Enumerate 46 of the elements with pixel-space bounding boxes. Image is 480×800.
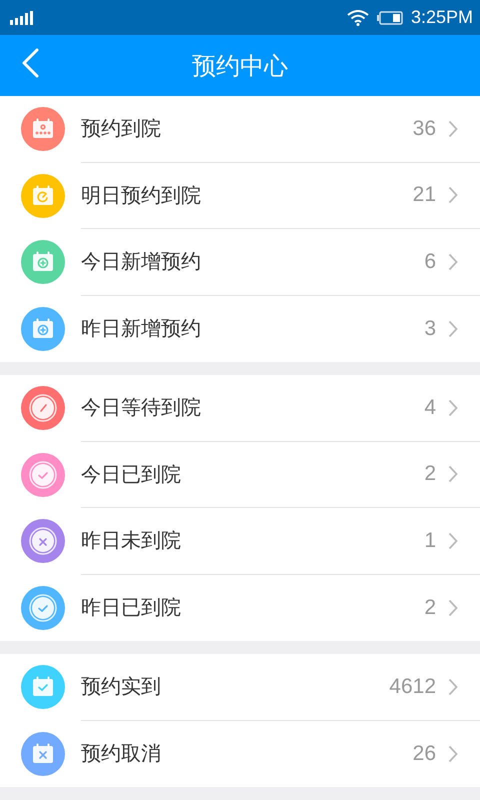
list-item[interactable]: 今日新增预约 6: [0, 229, 480, 296]
item-label: 今日已到院: [81, 460, 182, 488]
chevron-right-icon: [448, 744, 458, 763]
item-label: 预约实到: [81, 673, 162, 700]
list-item[interactable]: 明日预约到院 21: [0, 162, 480, 229]
item-count: 26: [412, 742, 436, 766]
chevron-right-icon: [448, 120, 458, 138]
list-item[interactable]: 今日已到院 2: [0, 442, 480, 508]
item-count: 2: [424, 596, 436, 620]
list-item[interactable]: 预约实到 4612: [0, 654, 480, 720]
status-time: 3:25PM: [410, 7, 473, 28]
item-count: 36: [412, 116, 436, 141]
item-label: 昨日新增预约: [81, 315, 202, 342]
list-item[interactable]: 昨日已到院 2: [0, 574, 480, 641]
chevron-right-icon: [448, 465, 458, 484]
list-item[interactable]: 预约到院 36: [0, 96, 480, 162]
item-label: 明日预约到院: [81, 182, 202, 209]
chevron-right-icon: [448, 532, 458, 550]
chevron-right-icon: [448, 398, 458, 417]
item-label: 预约到院: [81, 115, 162, 142]
item-label: 昨日已到院: [81, 594, 182, 622]
item-count: 21: [412, 183, 436, 208]
chevron-right-icon: [448, 678, 458, 696]
item-count: 1: [424, 528, 436, 553]
signal-icon: [10, 10, 34, 24]
list-item[interactable]: 昨日新增预约 3: [0, 296, 480, 362]
list-item[interactable]: 昨日未到院 1: [0, 508, 480, 574]
item-count: 4612: [389, 674, 436, 699]
list-item[interactable]: 预约取消 26: [0, 720, 480, 787]
chevron-right-icon: [448, 252, 458, 271]
wifi-icon: [346, 10, 369, 26]
item-count: 6: [424, 250, 436, 274]
item-label: 预约取消: [81, 740, 162, 768]
list-item[interactable]: 今日等待到院 4: [0, 375, 480, 442]
item-count: 4: [424, 396, 436, 420]
chevron-right-icon: [448, 598, 458, 617]
item-count: 3: [424, 316, 436, 341]
chevron-right-icon: [448, 320, 458, 338]
back-icon[interactable]: [21, 48, 39, 78]
item-label: 今日新增预约: [81, 248, 202, 276]
item-count: 2: [424, 462, 436, 486]
chevron-right-icon: [448, 186, 458, 204]
item-label: 昨日未到院: [81, 527, 182, 554]
item-label: 今日等待到院: [81, 394, 202, 422]
page-title: 预约中心: [192, 50, 288, 82]
battery-icon: [376, 10, 403, 24]
